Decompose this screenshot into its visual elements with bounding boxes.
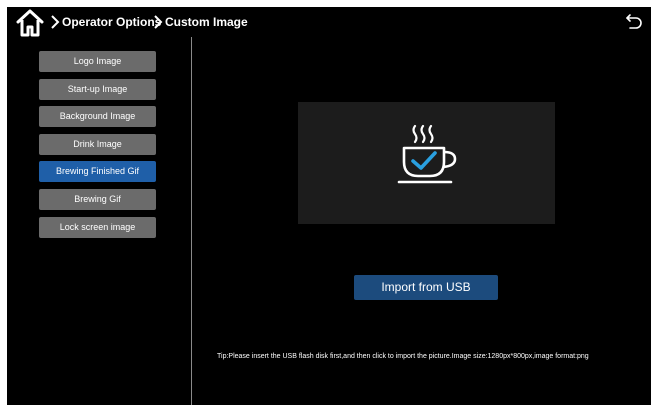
breadcrumb-custom-image: Custom Image [165, 15, 248, 29]
coffee-cup-check-icon [397, 124, 457, 184]
header-bar: Operator Options Custom Image [7, 7, 651, 37]
import-from-usb-button[interactable]: Import from USB [354, 275, 498, 300]
sidebar-item-drink-image[interactable]: Drink Image [39, 134, 156, 155]
back-button[interactable] [625, 12, 643, 30]
back-arrow-icon [626, 14, 642, 29]
sidebar-divider [191, 37, 192, 405]
sidebar-item-lock-screen-image[interactable]: Lock screen image [39, 217, 156, 238]
home-button[interactable] [15, 9, 45, 37]
app-screen: Operator Options Custom Image Logo Image… [7, 7, 651, 405]
sidebar-item-start-up-image[interactable]: Start-up Image [39, 79, 156, 100]
breadcrumb-operator-options[interactable]: Operator Options [62, 14, 161, 30]
tip-text: Tip:Please insert the USB flash disk fir… [217, 353, 589, 360]
sidebar-item-background-image[interactable]: Background Image [39, 106, 156, 127]
chevron-right-icon [51, 15, 60, 29]
home-icon [16, 9, 44, 37]
image-preview [298, 102, 555, 224]
sidebar-item-logo-image[interactable]: Logo Image [39, 51, 156, 72]
sidebar-item-brewing-gif[interactable]: Brewing Gif [39, 189, 156, 210]
chevron-right-icon [154, 15, 163, 29]
sidebar-item-brewing-finished-gif[interactable]: Brewing Finished Gif [39, 161, 156, 182]
